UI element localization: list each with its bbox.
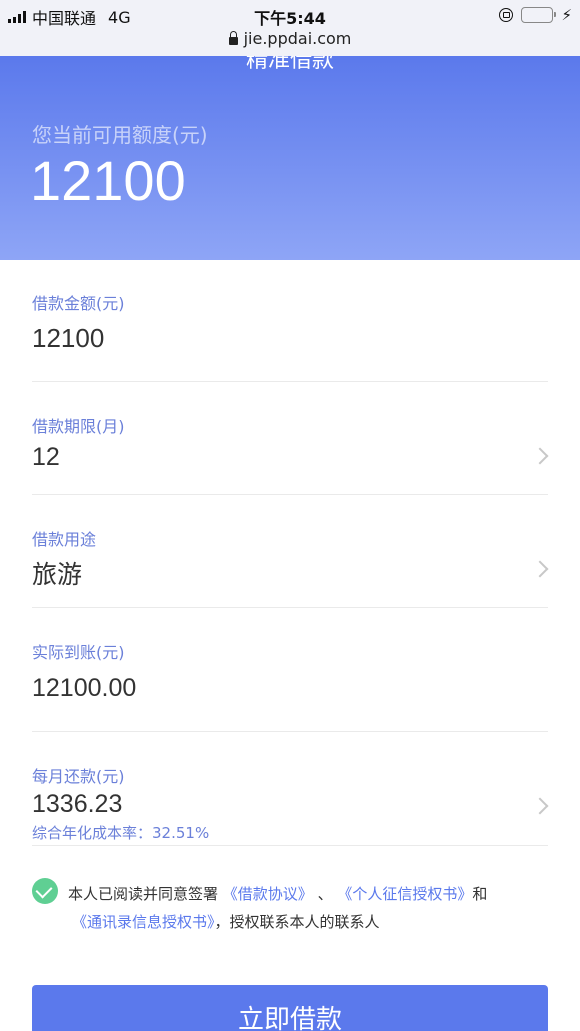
charging-bolt-icon: ⚡ xyxy=(561,6,572,24)
loan-purpose-value: 旅游 xyxy=(32,560,83,589)
loan-term-value: 12 xyxy=(32,443,60,471)
chevron-right-icon xyxy=(531,797,549,815)
credit-header: 精准借款 您当前可用额度(元) 12100 xyxy=(0,56,580,260)
chevron-right-icon xyxy=(531,447,549,465)
agreement-suffix: ，授权联系本人的联系人 xyxy=(214,913,380,931)
borrow-now-button[interactable]: 立即借款 xyxy=(32,985,548,1031)
agreement-checkbox[interactable] xyxy=(32,878,58,904)
page-title: 精准借款 xyxy=(245,56,334,73)
agreement-line-1: 本人已阅读并同意签署 《借款协议》 、 《个人征信授权书》和 xyxy=(68,880,548,908)
agreement-separator: 、 xyxy=(317,885,333,903)
received-amount-value: 12100.00 xyxy=(32,674,137,702)
status-time: 下午5:44 xyxy=(254,9,326,28)
loan-amount-input[interactable]: 12100 xyxy=(32,323,104,354)
chevron-right-icon xyxy=(531,560,549,578)
loan-agreement-link[interactable]: 《借款协议》 xyxy=(223,885,313,903)
available-credit-label: 您当前可用额度(元) xyxy=(32,123,208,147)
contacts-authorization-link[interactable]: 《通讯录信息授权书》 xyxy=(72,913,215,931)
apr-text: 综合年化成本率：32.51% xyxy=(32,824,210,842)
available-credit-value: 12100 xyxy=(30,149,186,212)
agreement-prefix: 本人已阅读并同意签署 xyxy=(68,885,219,903)
lock-icon xyxy=(228,31,238,45)
agreement-and: 和 xyxy=(472,885,488,903)
loan-term-row[interactable]: 借款期限(月) 12 xyxy=(32,382,549,495)
loan-amount-label: 借款金额(元) xyxy=(32,294,125,313)
loan-amount-row[interactable]: 借款金额(元) 12100 xyxy=(32,260,548,382)
received-amount-label: 实际到账(元) xyxy=(32,643,125,662)
agreement-line-2: 《通讯录信息授权书》，授权联系本人的联系人 xyxy=(72,908,552,936)
loan-purpose-row[interactable]: 借款用途 旅游 xyxy=(32,495,549,608)
credit-authorization-link[interactable]: 《个人征信授权书》 xyxy=(337,885,472,903)
status-bar: 中国联通 4G 下午5:44 jie.ppdai.com ⚡ xyxy=(0,0,580,56)
battery-icon xyxy=(521,7,557,23)
loan-term-label: 借款期限(月) xyxy=(32,417,125,436)
monthly-repayment-value: 1336.23 xyxy=(32,790,123,818)
received-amount-row: 实际到账(元) 12100.00 xyxy=(32,608,548,732)
loan-purpose-label: 借款用途 xyxy=(32,530,97,549)
url-bar[interactable]: jie.ppdai.com xyxy=(0,29,580,48)
monthly-repayment-row[interactable]: 每月还款(元) 1336.23 综合年化成本率：32.51% xyxy=(32,732,549,846)
status-icons: ⚡ xyxy=(499,6,572,24)
monthly-repayment-label: 每月还款(元) xyxy=(32,767,125,786)
orientation-lock-icon xyxy=(499,8,514,22)
url-text: jie.ppdai.com xyxy=(243,29,352,48)
